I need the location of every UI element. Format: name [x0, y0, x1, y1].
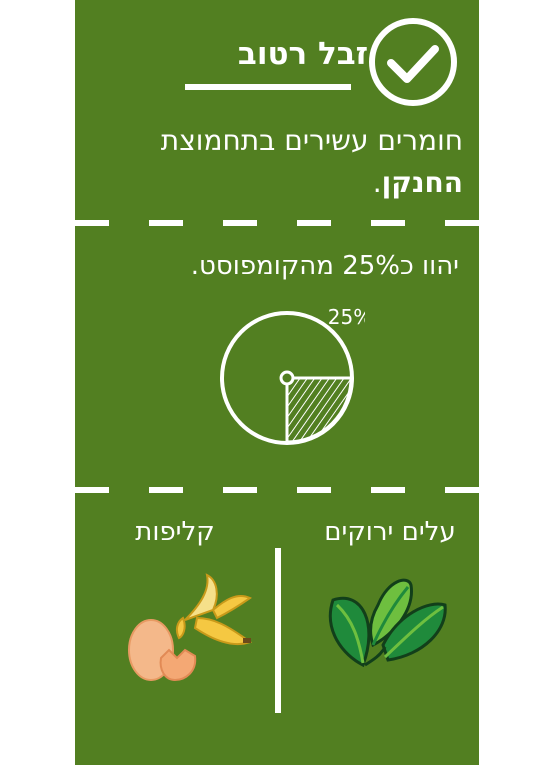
- check-circle-icon: [369, 18, 457, 106]
- compost-share-text: יהוו כ25% מהקומפוסט.: [190, 251, 459, 281]
- banana-peel-icon: [175, 573, 253, 646]
- label-peels: קליפות: [135, 517, 215, 547]
- peels-icon: [128, 573, 253, 682]
- label-green-leaves: עלים ירוקים: [324, 517, 456, 547]
- pie-chart-icon: 25%: [220, 305, 365, 445]
- leaves-icon: [328, 578, 447, 668]
- title-underline: [185, 84, 351, 90]
- description-bold: החנקן: [381, 166, 463, 199]
- dashed-divider-top: [75, 220, 479, 226]
- dashed-divider-bottom: [75, 487, 479, 493]
- wet-waste-card: זבל רטוב חומרים עשירים בתחמוצת החנקן. יה…: [75, 0, 479, 765]
- column-divider: [275, 548, 281, 713]
- description-period: .: [372, 166, 382, 199]
- description-line-1: חומרים עשירים בתחמוצת: [160, 124, 463, 157]
- description: חומרים עשירים בתחמוצת החנקן.: [113, 120, 463, 204]
- description-line-2: החנקן.: [113, 162, 463, 204]
- pie-percent-label: 25%: [328, 305, 365, 329]
